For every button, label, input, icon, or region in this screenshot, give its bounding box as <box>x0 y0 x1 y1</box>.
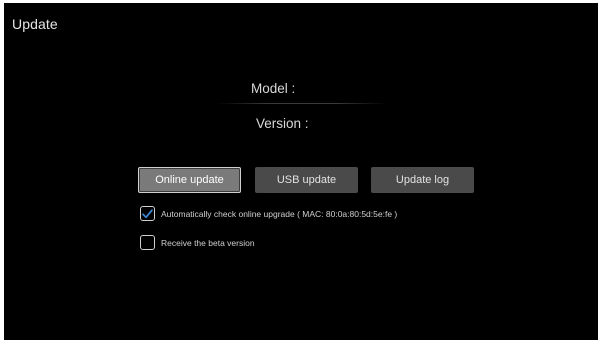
auto-check-label: Automatically check online upgrade ( MAC… <box>161 208 398 219</box>
version-label: Version : <box>256 116 309 131</box>
model-label: Model : <box>251 81 296 96</box>
update-screen: Update Model : Version : Online update U… <box>4 3 598 340</box>
beta-label: Receive the beta version <box>161 237 255 248</box>
auto-check-option[interactable]: Automatically check online upgrade ( MAC… <box>140 206 397 221</box>
auto-check-checkbox[interactable] <box>140 206 155 221</box>
divider <box>217 103 387 104</box>
checkmark-icon <box>142 208 153 218</box>
usb-update-button[interactable]: USB update <box>255 167 358 193</box>
device-info: Model : Version : <box>4 3 598 153</box>
beta-checkbox[interactable] <box>140 235 155 250</box>
online-update-button[interactable]: Online update <box>138 167 241 193</box>
beta-option[interactable]: Receive the beta version <box>140 235 255 250</box>
update-log-button[interactable]: Update log <box>371 167 474 193</box>
